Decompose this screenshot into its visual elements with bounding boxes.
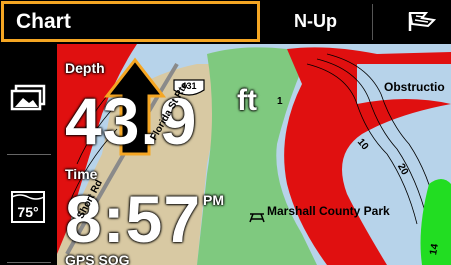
- top-divider: [372, 4, 373, 40]
- image-gallery-icon: [10, 84, 46, 111]
- depth-unit: ft: [237, 84, 257, 117]
- orientation-button[interactable]: N-Up: [294, 11, 337, 32]
- time-ampm: PM: [203, 192, 224, 208]
- gps-sog-label: GPS SOG: [65, 252, 130, 265]
- park-label: Marshall County Park: [267, 204, 390, 218]
- view-title-button[interactable]: Chart: [1, 1, 260, 42]
- chart-map[interactable]: 431 Depth 43.9 ft Time 8:57 PM GPS SOG M…: [57, 44, 451, 265]
- time-label: Time: [65, 166, 98, 182]
- image-gallery-button[interactable]: [0, 74, 57, 122]
- contour-label: 1: [277, 96, 283, 107]
- temperature-icon: 75°: [11, 191, 45, 223]
- top-bar: Chart N-Up: [0, 0, 451, 44]
- chart-flag-icon[interactable]: [406, 10, 440, 34]
- view-title: Chart: [16, 10, 71, 33]
- sidebar-divider: [7, 154, 51, 155]
- sidebar: 75°: [0, 44, 57, 265]
- water-temp-value: 75°: [17, 204, 38, 220]
- obstruction-label: Obstructio: [384, 80, 445, 94]
- temperature-button[interactable]: 75°: [0, 184, 57, 232]
- sidebar-divider: [7, 262, 51, 263]
- contour-label: 14: [428, 243, 441, 256]
- depth-label: Depth: [65, 60, 105, 76]
